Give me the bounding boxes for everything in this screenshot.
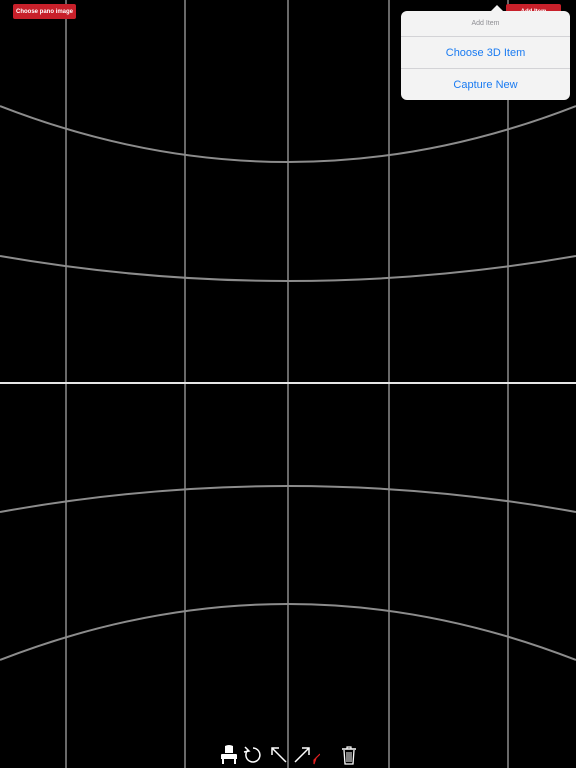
popover-title: Add Item: [471, 20, 500, 27]
pano-viewport[interactable]: Choose pano image Add Item Add Item Choo…: [0, 0, 576, 768]
choose-3d-item-option[interactable]: Choose 3D Item: [401, 36, 570, 69]
chair-icon: [221, 745, 237, 764]
add-item-popover: Add Item Choose 3D Item Capture New: [401, 5, 570, 101]
panorama-grid: [0, 0, 576, 768]
arrow-up-left-icon: [271, 747, 287, 763]
trash-icon: [342, 746, 356, 765]
rotate-icon: [243, 746, 261, 763]
capture-new-option[interactable]: Capture New: [401, 68, 570, 101]
chair-tool-button[interactable]: [218, 744, 240, 766]
arrow-up-right-pencil-icon: [294, 747, 320, 765]
choose-pano-image-button[interactable]: Choose pano image: [13, 4, 76, 19]
delete-tool-button[interactable]: [338, 744, 360, 766]
move-back-tool-button[interactable]: [268, 744, 290, 766]
move-forward-tool-button[interactable]: [292, 744, 320, 766]
bottom-toolbar: [216, 744, 360, 768]
rotate-tool-button[interactable]: [242, 744, 264, 766]
